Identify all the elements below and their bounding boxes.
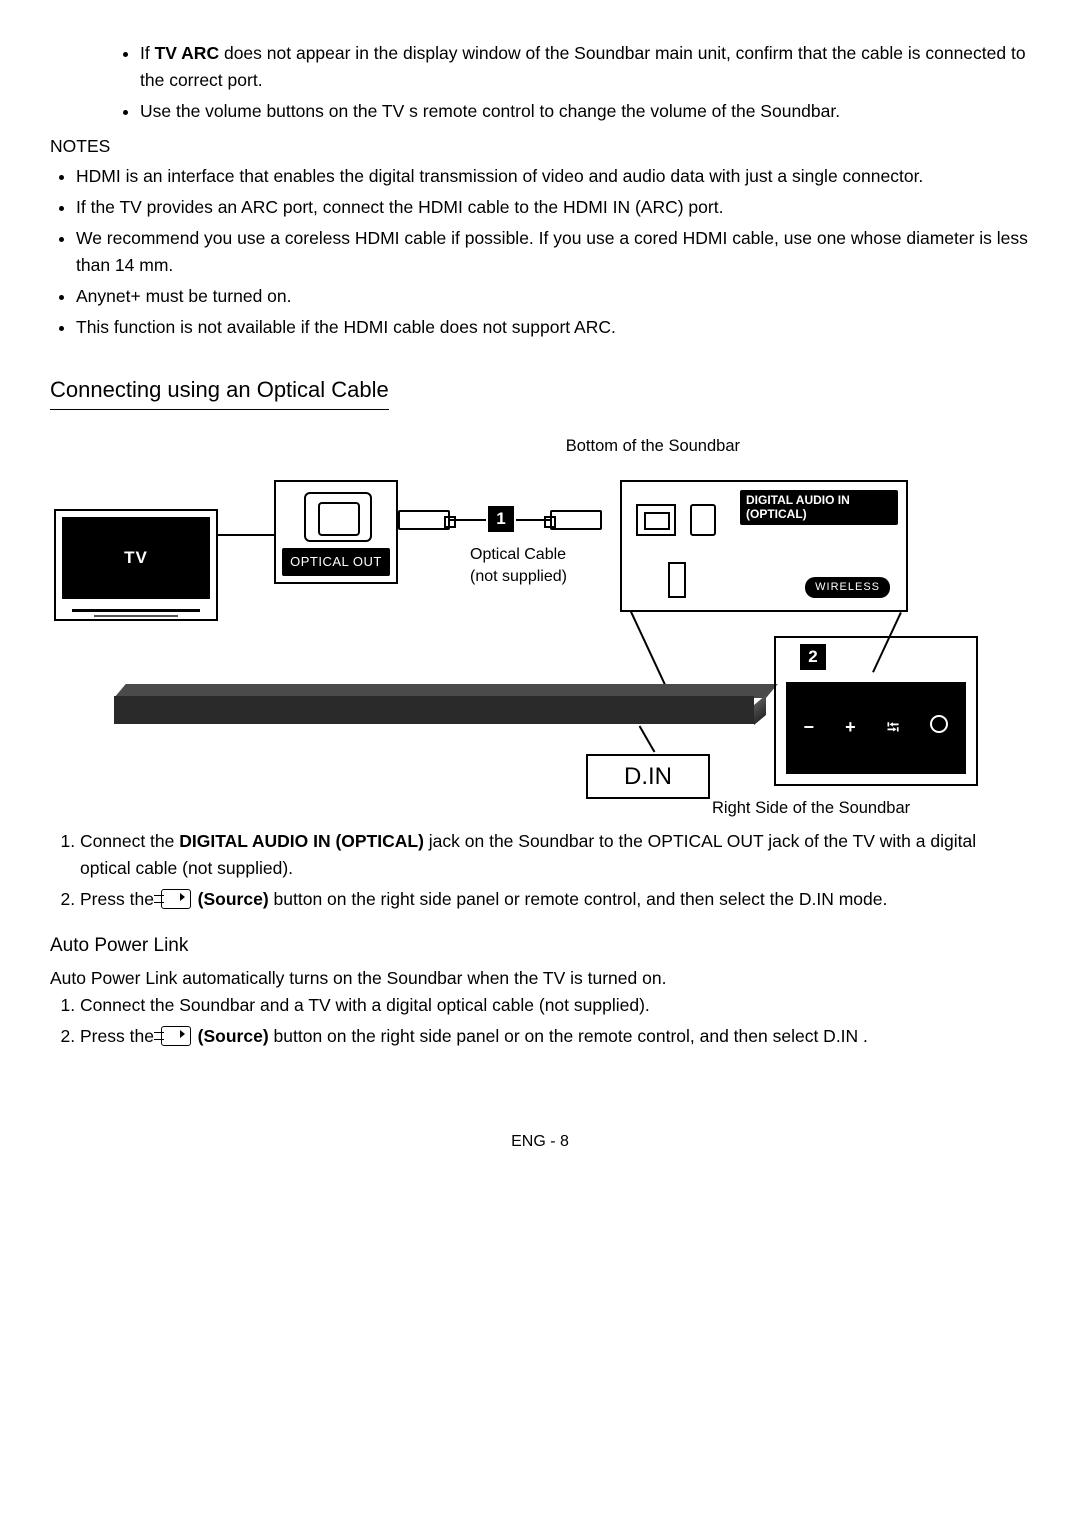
optical-out-label: OPTICAL OUT xyxy=(282,548,390,576)
port-icon xyxy=(690,504,716,536)
step-item: Connect the Soundbar and a TV with a dig… xyxy=(80,992,1030,1019)
notes-list: HDMI is an interface that enables the di… xyxy=(50,163,1030,342)
note-item: Anynet+ must be turned on. xyxy=(76,283,1030,310)
step-item: Connect the DIGITAL AUDIO IN (OPTICAL) j… xyxy=(80,828,1030,882)
note-item: We recommend you use a coreless HDMI cab… xyxy=(76,225,1030,279)
intro-bullet-list: If TV ARC does not appear in the display… xyxy=(50,40,1030,125)
note-item: If the TV provides an ARC port, connect … xyxy=(76,194,1030,221)
step-marker-1: 1 xyxy=(488,506,514,532)
source-icon xyxy=(161,1026,191,1046)
step-item: Press the (Source) button on the right s… xyxy=(80,886,1030,913)
tv-label: TV xyxy=(62,517,210,599)
auto-power-link-heading: Auto Power Link xyxy=(50,931,1030,960)
apl-steps-list: Connect the Soundbar and a TV with a dig… xyxy=(50,992,1030,1050)
soundbar-bottom-zoom: DIGITAL AUDIO IN(OPTICAL) WIRELESS xyxy=(620,480,908,612)
tv-illustration: TV xyxy=(54,509,218,621)
din-display: D.IN xyxy=(586,754,710,799)
auto-power-link-intro: Auto Power Link automatically turns on t… xyxy=(50,965,1030,992)
source-icon: ⭾ xyxy=(887,715,900,741)
section-title: Connecting using an Optical Cable xyxy=(50,373,389,410)
port-icon xyxy=(668,562,686,598)
cable-plug-icon xyxy=(398,510,450,530)
notes-heading: NOTES xyxy=(50,133,1030,160)
cable-caption: Optical Cable (not supplied) xyxy=(470,544,567,589)
note-item: HDMI is an interface that enables the di… xyxy=(76,163,1030,190)
port-icon xyxy=(636,504,676,536)
step-item: Press the (Source) button on the right s… xyxy=(80,1023,1030,1050)
step-marker-2: 2 xyxy=(800,644,826,670)
soundbar-illustration xyxy=(114,696,754,724)
main-steps-list: Connect the DIGITAL AUDIO IN (OPTICAL) j… xyxy=(50,828,1030,913)
source-icon xyxy=(161,889,191,909)
intro-bullet: If TV ARC does not appear in the display… xyxy=(140,40,1030,94)
note-item: This function is not available if the HD… xyxy=(76,314,1030,341)
optical-port-icon xyxy=(304,492,372,542)
bottom-soundbar-label: Bottom of the Soundbar xyxy=(50,434,1030,460)
right-side-soundbar-label: Right Side of the Soundbar xyxy=(712,796,910,822)
cable-plug-icon xyxy=(550,510,602,530)
wireless-label: WIRELESS xyxy=(805,577,890,598)
intro-bullet: Use the volume buttons on the TV s remot… xyxy=(140,98,1030,125)
page-footer: ENG - 8 xyxy=(50,1130,1030,1155)
digital-audio-in-label: DIGITAL AUDIO IN(OPTICAL) xyxy=(740,490,898,525)
tv-port-zoom: OPTICAL OUT xyxy=(274,480,398,584)
power-icon xyxy=(930,714,948,742)
connection-diagram: Bottom of the Soundbar TV OPTICAL OUT 1 … xyxy=(50,434,1030,806)
volume-up-icon: + xyxy=(845,714,856,742)
volume-down-icon: − xyxy=(804,714,815,742)
